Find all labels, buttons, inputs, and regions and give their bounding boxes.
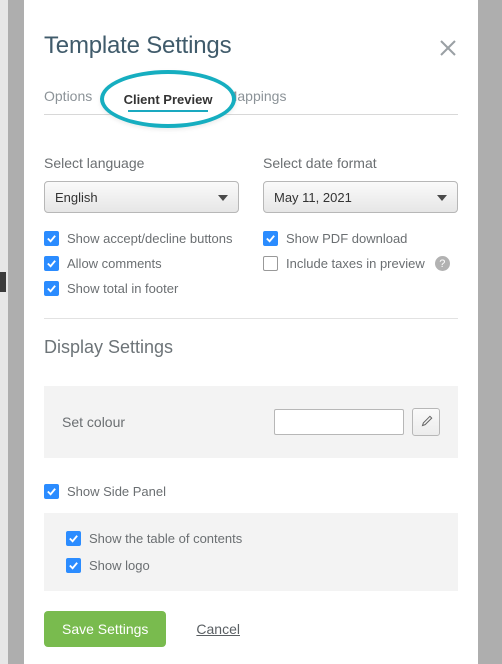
template-settings-modal: Template Settings Options Client Preview… (24, 0, 478, 664)
set-colour-label: Set colour (62, 414, 125, 430)
help-icon[interactable]: ? (435, 256, 450, 271)
checkbox-icon (44, 484, 59, 499)
tab-options[interactable]: Options (44, 88, 92, 114)
display-settings-title: Display Settings (44, 337, 458, 358)
colour-picker-button[interactable] (412, 408, 440, 436)
check-allow-comments[interactable]: Allow comments (44, 256, 239, 271)
checkbox-icon (66, 558, 81, 573)
check-label: Show accept/decline buttons (67, 231, 233, 246)
check-show-side-panel[interactable]: Show Side Panel (44, 484, 458, 499)
colour-input[interactable] (274, 409, 404, 435)
check-label: Include taxes in preview (286, 256, 425, 271)
tab-mappings[interactable]: Mappings (226, 88, 287, 114)
sidebar-notch (0, 272, 6, 292)
checkbox-icon (44, 281, 59, 296)
save-button[interactable]: Save Settings (44, 611, 166, 647)
date-format-value: May 11, 2021 (274, 190, 352, 205)
check-include-taxes[interactable]: Include taxes in preview ? (263, 256, 458, 271)
checkbox-icon (263, 256, 278, 271)
close-icon (438, 38, 458, 58)
app-background (0, 0, 8, 664)
checkbox-icon (263, 231, 278, 246)
tab-bar: Options Client Preview Mappings (44, 88, 458, 115)
cancel-link[interactable]: Cancel (196, 621, 240, 637)
check-total-footer[interactable]: Show total in footer (44, 281, 239, 296)
check-show-logo[interactable]: Show logo (66, 558, 436, 573)
check-label: Show the table of contents (89, 531, 242, 546)
check-label: Show total in footer (67, 281, 178, 296)
check-label: Allow comments (67, 256, 162, 271)
check-accept-decline[interactable]: Show accept/decline buttons (44, 231, 239, 246)
set-colour-panel: Set colour (44, 386, 458, 458)
checkbox-icon (44, 256, 59, 271)
check-pdf-download[interactable]: Show PDF download (263, 231, 458, 246)
check-label: Show Side Panel (67, 484, 166, 499)
close-button[interactable] (438, 38, 458, 58)
date-format-label: Select date format (263, 155, 458, 171)
language-select[interactable]: English (44, 181, 239, 213)
check-label: Show logo (89, 558, 150, 573)
check-show-toc[interactable]: Show the table of contents (66, 531, 436, 546)
eyedropper-icon (419, 415, 433, 429)
language-label: Select language (44, 155, 239, 171)
check-label: Show PDF download (286, 231, 407, 246)
checkbox-icon (66, 531, 81, 546)
divider (44, 318, 458, 319)
date-format-select[interactable]: May 11, 2021 (263, 181, 458, 213)
language-value: English (55, 190, 98, 205)
side-panel-sub: Show the table of contents Show logo (44, 513, 458, 591)
tab-client-preview[interactable]: Client Preview (114, 88, 203, 114)
checkbox-icon (44, 231, 59, 246)
page-title: Template Settings (44, 32, 458, 60)
